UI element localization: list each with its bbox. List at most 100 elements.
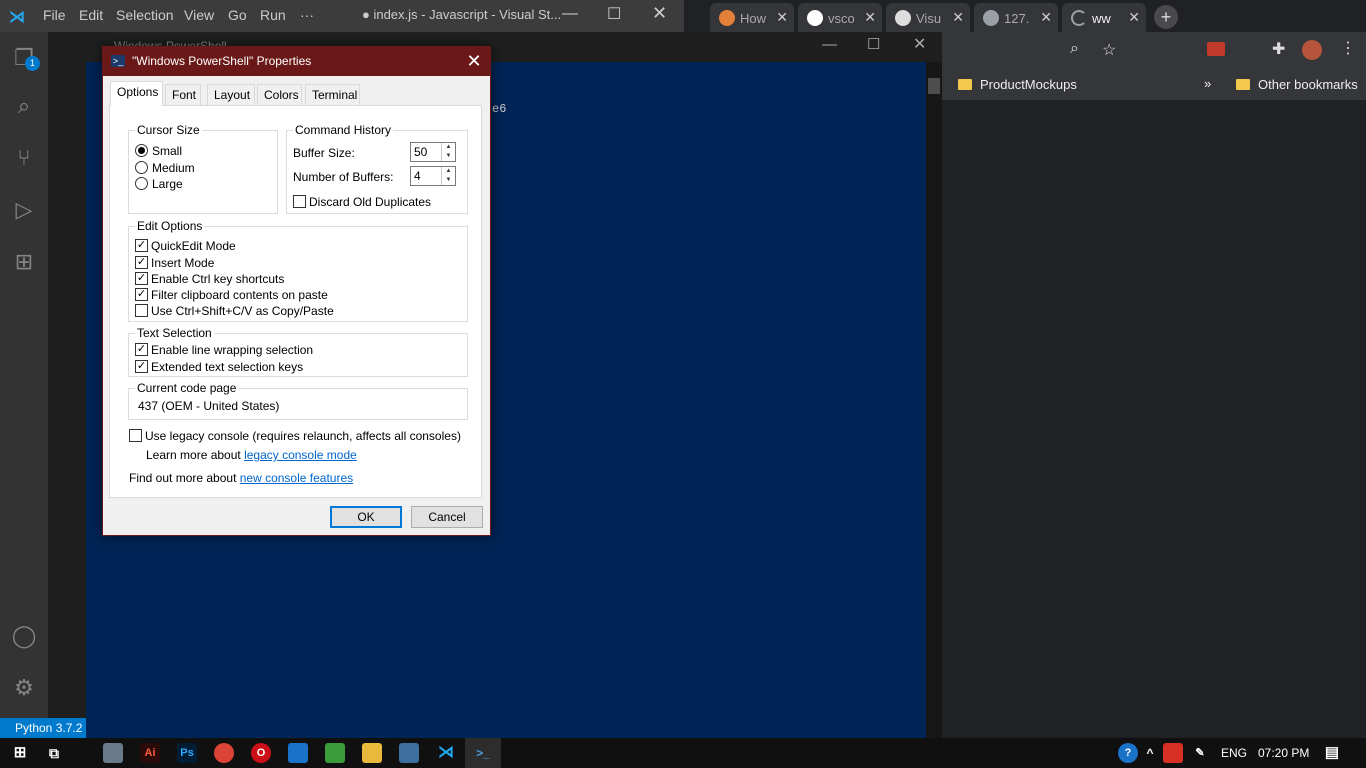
tab-close-icon[interactable]: ✕: [952, 9, 964, 26]
radio-large[interactable]: [135, 177, 148, 190]
buffer-size-spinner[interactable]: 50 ▲ ▼: [410, 142, 456, 162]
cancel-button[interactable]: Cancel: [411, 506, 483, 528]
bookmarks-overflow[interactable]: »: [1204, 76, 1211, 91]
extensions-icon[interactable]: ⊞: [10, 248, 38, 276]
minimize-icon[interactable]: —: [562, 5, 578, 23]
extended-keys-checkbox[interactable]: ✓: [135, 360, 148, 373]
powershell-taskbar-icon[interactable]: >_: [465, 738, 501, 768]
chrome-tab[interactable]: Visu ✕: [886, 3, 970, 32]
code-page-value: 437 (OEM - United States): [138, 399, 280, 413]
source-control-icon[interactable]: ⑂: [10, 144, 38, 172]
powershell-icon: >_: [111, 55, 125, 67]
chrome-tab[interactable]: How ✕: [710, 3, 794, 32]
windows-start-icon[interactable]: ⊞: [10, 743, 30, 763]
ok-button[interactable]: OK: [330, 506, 402, 528]
tab-layout[interactable]: Layout: [207, 84, 255, 105]
run-debug-icon[interactable]: ▷: [10, 196, 38, 224]
legacy-console-link[interactable]: legacy console mode: [244, 448, 357, 462]
chrome-menu-icon[interactable]: ⋮: [1340, 38, 1356, 58]
chrome-tab-active[interactable]: ww ✕: [1062, 3, 1146, 32]
minimize-icon[interactable]: —: [822, 36, 837, 53]
tab-terminal[interactable]: Terminal: [305, 84, 360, 105]
menu-selection[interactable]: Selection: [116, 7, 174, 23]
tab-close-icon[interactable]: ✕: [1040, 9, 1052, 26]
insert-mode-checkbox[interactable]: ✓: [135, 256, 148, 269]
menu-more[interactable]: ···: [300, 7, 314, 23]
pen-icon[interactable]: ✎: [1190, 743, 1210, 763]
menu-edit[interactable]: Edit: [79, 7, 103, 23]
bookmark-star-icon[interactable]: ☆: [1102, 40, 1116, 60]
menu-view[interactable]: View: [184, 7, 214, 23]
tab-close-icon[interactable]: ✕: [1128, 9, 1140, 26]
illustrator-icon[interactable]: Ai: [140, 743, 160, 763]
tab-close-icon[interactable]: ✕: [776, 9, 788, 26]
radio-small[interactable]: [135, 144, 148, 157]
app-icon[interactable]: [103, 743, 123, 763]
notifications-icon[interactable]: ▤: [1322, 743, 1342, 763]
quickedit-checkbox[interactable]: ✓: [135, 239, 148, 252]
discard-duplicates-label: Discard Old Duplicates: [309, 195, 432, 209]
tab-favicon-icon: [719, 10, 735, 26]
settings-gear-icon[interactable]: ⚙: [10, 674, 38, 702]
console-scrollbar[interactable]: [926, 62, 942, 738]
tab-font[interactable]: Font: [165, 84, 201, 105]
discard-duplicates-checkbox[interactable]: [293, 195, 306, 208]
close-icon[interactable]: ✕: [464, 51, 484, 71]
legacy-console-checkbox[interactable]: [129, 429, 142, 442]
num-buffers-spinner[interactable]: 4 ▲ ▼: [410, 166, 456, 186]
tray-app-icon[interactable]: [1163, 743, 1183, 763]
buffer-size-label: Buffer Size:: [293, 146, 355, 160]
menu-file[interactable]: File: [43, 7, 66, 23]
chrome-icon[interactable]: [214, 743, 234, 763]
console-scrollbar-thumb[interactable]: [928, 78, 940, 94]
maximize-icon[interactable]: ☐: [607, 4, 621, 24]
ctrl-shortcuts-checkbox[interactable]: ✓: [135, 272, 148, 285]
new-tab-icon[interactable]: +: [1154, 5, 1178, 29]
bookmark-folder-other[interactable]: Other bookmarks: [1236, 77, 1358, 92]
tab-colors[interactable]: Colors: [257, 84, 302, 105]
radio-medium[interactable]: [135, 161, 148, 174]
file-explorer-icon[interactable]: [362, 743, 382, 763]
spinner-arrows-icon[interactable]: ▲ ▼: [441, 143, 455, 161]
globe-icon: [983, 10, 999, 26]
vscode-taskbar-icon[interactable]: ⋊: [436, 743, 456, 763]
find-out-more-text: Find out more about new console features: [129, 471, 354, 485]
help-icon[interactable]: ?: [1118, 743, 1138, 763]
tab-close-icon[interactable]: ✕: [864, 9, 876, 26]
extensions-puzzle-icon[interactable]: ✚: [1272, 39, 1285, 59]
learn-more-text: Learn more about legacy console mode: [146, 448, 357, 462]
spinner-arrows-icon[interactable]: ▲ ▼: [441, 167, 455, 185]
menu-run[interactable]: Run: [260, 7, 286, 23]
tab-options[interactable]: Options: [110, 81, 163, 106]
filter-clipboard-checkbox[interactable]: ✓: [135, 288, 148, 301]
account-icon[interactable]: ◯: [10, 622, 38, 650]
ctrl-shift-cv-checkbox[interactable]: [135, 304, 148, 317]
avatar[interactable]: [1302, 40, 1322, 60]
bookmark-folder-productmockups[interactable]: ProductMockups: [958, 77, 1077, 92]
status-python-version[interactable]: Python 3.7.2: [0, 718, 86, 738]
line-wrapping-checkbox[interactable]: ✓: [135, 343, 148, 356]
chrome-tab-strip: How ✕ vsco ✕ Visu ✕ 127. ✕ ww ✕ +: [684, 0, 1366, 32]
chevron-up-icon[interactable]: ^: [1140, 743, 1160, 763]
chrome-tab[interactable]: vsco ✕: [798, 3, 882, 32]
new-features-link[interactable]: new console features: [240, 471, 353, 485]
clock[interactable]: 07:20 PM: [1258, 746, 1309, 760]
task-view-icon[interactable]: ⧉: [44, 743, 64, 763]
folder-icon: [1236, 79, 1250, 90]
settings-app-icon[interactable]: [399, 743, 419, 763]
extension-icon[interactable]: [1207, 42, 1225, 56]
ctrl-shortcuts-label: Enable Ctrl key shortcuts: [151, 272, 285, 286]
opera-icon[interactable]: O: [251, 743, 271, 763]
close-icon[interactable]: ✕: [652, 3, 667, 24]
photoshop-icon[interactable]: Ps: [177, 743, 197, 763]
menu-go[interactable]: Go: [228, 7, 247, 23]
chrome-tab[interactable]: 127. ✕: [974, 3, 1058, 32]
search-icon[interactable]: ⌕: [10, 92, 38, 120]
close-icon[interactable]: ✕: [913, 34, 926, 54]
zoom-icon[interactable]: ⌕: [1070, 40, 1079, 58]
vscode-activity-bar: ❐ 1 ⌕ ⑂ ▷ ⊞ ◯ ⚙: [0, 32, 48, 718]
photos-icon[interactable]: [288, 743, 308, 763]
maximize-icon[interactable]: ☐: [867, 35, 880, 53]
spreadsheet-icon[interactable]: [325, 743, 345, 763]
language-indicator[interactable]: ENG: [1221, 746, 1247, 760]
